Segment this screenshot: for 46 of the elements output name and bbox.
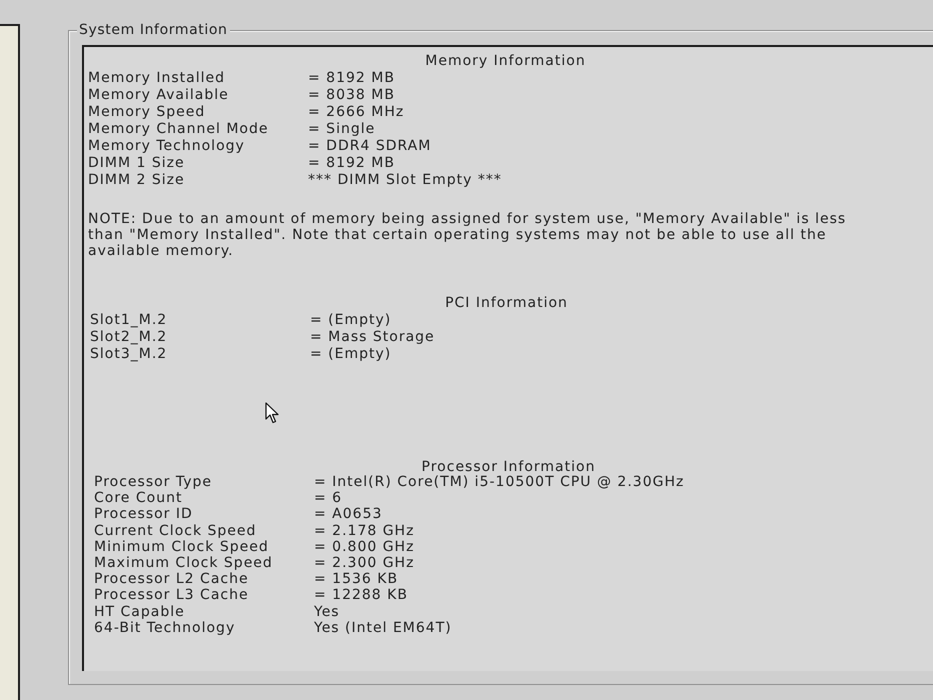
memory-note: NOTE: Due to an amount of memory being assigned for system use, "Memory Available" is less than "Memory Installed". Note that certain operating systems may not be able to use all the available memory. bbox=[88, 211, 848, 259]
mouse-pointer-icon bbox=[265, 402, 279, 424]
field-label: Memory Available bbox=[88, 87, 230, 104]
field-value: Yes (Intel EM64T) bbox=[314, 620, 452, 636]
field-value: = 0.800 GHz bbox=[314, 538, 414, 555]
field-label: HT Capable bbox=[94, 604, 186, 620]
field-label: Memory Technology bbox=[88, 138, 246, 155]
field-value: = 2.300 GHz bbox=[314, 554, 414, 572]
field-value: Yes bbox=[314, 604, 340, 620]
field-label: Processor ID bbox=[94, 506, 194, 523]
field-label: DIMM 1 Size bbox=[88, 155, 186, 172]
field-label: Processor L2 Cache bbox=[94, 571, 250, 588]
field-value: = 8192 MB bbox=[308, 70, 395, 87]
field-value: = 2.178 GHz bbox=[314, 522, 414, 539]
field-label: Memory Channel Mode bbox=[88, 121, 270, 138]
field-label: Current Clock Speed bbox=[94, 522, 258, 539]
field-label: Core Count bbox=[94, 490, 184, 506]
field-value: = Intel(R) Core(TM) i5-10500T CPU @ 2.30GHz bbox=[314, 474, 684, 490]
field-value: = 2666 MHz bbox=[308, 104, 404, 121]
field-label: 64-Bit Technology bbox=[94, 620, 236, 636]
field-label: DIMM 2 Size bbox=[88, 172, 186, 189]
field-label: Slot3_M.2 bbox=[90, 346, 168, 363]
field-label: Memory Speed bbox=[88, 104, 206, 121]
field-value: = Single bbox=[308, 121, 376, 138]
section-heading: Memory Information bbox=[424, 53, 587, 70]
group-box-title: System Information bbox=[77, 21, 230, 39]
field-label: Memory Installed bbox=[88, 70, 226, 87]
field-value: = 8038 MB bbox=[308, 87, 395, 104]
field-value: = DDR4 SDRAM bbox=[308, 138, 432, 155]
field-value: = A0653 bbox=[314, 506, 382, 523]
field-label: Slot1_M.2 bbox=[90, 312, 168, 329]
field-value: = (Empty) bbox=[310, 312, 392, 329]
field-value: = 12288 KB bbox=[314, 587, 408, 604]
field-label: Slot2_M.2 bbox=[90, 329, 168, 346]
field-label: Processor Type bbox=[94, 474, 214, 490]
field-label: Minimum Clock Speed bbox=[94, 538, 270, 555]
field-value: *** DIMM Slot Empty *** bbox=[308, 172, 502, 189]
field-value: = Mass Storage bbox=[310, 329, 435, 346]
field-value: = 1536 KB bbox=[314, 571, 398, 588]
field-label: Processor L3 Cache bbox=[94, 587, 250, 604]
field-value: = 6 bbox=[314, 490, 342, 506]
section-heading: Processor Information bbox=[420, 461, 596, 474]
section-heading: PCI Information bbox=[444, 295, 569, 312]
field-value: = (Empty) bbox=[310, 346, 392, 363]
field-value: = 8192 MB bbox=[308, 155, 395, 172]
field-label: Maximum Clock Speed bbox=[94, 554, 274, 572]
